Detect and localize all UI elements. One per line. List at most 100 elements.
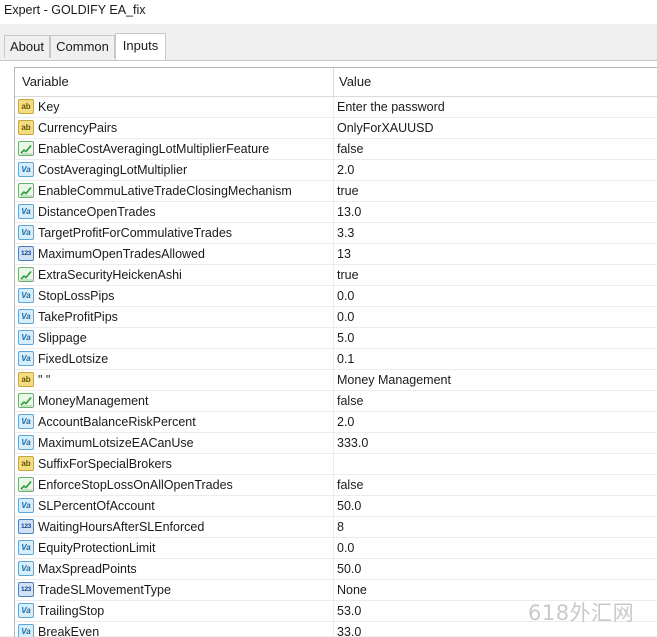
table-row[interactable]: Va MaximumLotsizeEACanUse 333.0 [15,433,657,454]
table-row[interactable]: Va TargetProfitForCommulativeTrades 3.3 [15,223,657,244]
double-param-icon: Va [18,561,34,576]
variable-value[interactable]: 0.1 [337,349,354,369]
double-param-icon: Va [18,435,34,450]
column-header-variable[interactable]: Variable [22,68,69,96]
cell-divider [333,538,334,558]
string-param-icon: ab [18,456,34,471]
cell-divider [333,475,334,495]
variable-name: EnforceStopLossOnAllOpenTrades [38,478,233,492]
column-header-value[interactable]: Value [339,68,371,96]
variable-value[interactable]: 0.0 [337,286,354,306]
table-row[interactable]: Va Slippage 5.0 [15,328,657,349]
bool-param-icon [18,141,34,156]
variable-value[interactable]: 0.0 [337,307,354,327]
string-param-icon: ab [18,99,34,114]
table-row[interactable]: Va DistanceOpenTrades 13.0 [15,202,657,223]
variable-name: MaxSpreadPoints [38,562,137,576]
variable-value[interactable]: 13.0 [337,202,361,222]
table-row[interactable]: Va AccountBalanceRiskPercent 2.0 [15,412,657,433]
table-row[interactable]: Va CostAveragingLotMultiplier 2.0 [15,160,657,181]
variable-value[interactable]: 0.0 [337,538,354,558]
variable-value[interactable]: 2.0 [337,412,354,432]
variable-value[interactable]: 13 [337,244,351,264]
tab-about[interactable]: About [4,35,50,58]
variable-value[interactable]: false [337,139,363,159]
variable-name: TrailingStop [38,604,105,618]
variable-value[interactable]: 50.0 [337,559,361,579]
cell-divider [333,370,334,390]
cell-divider [333,97,334,117]
table-row[interactable]: ab Key Enter the password [15,97,657,118]
integer-param-icon: 123 [18,582,34,597]
cell-divider [333,496,334,516]
variable-value[interactable]: false [337,391,363,411]
variable-value[interactable]: true [337,265,359,285]
table-row[interactable]: MoneyManagement false [15,391,657,412]
variable-name: Key [38,100,60,114]
double-param-icon: Va [18,288,34,303]
table-row[interactable]: ExtraSecurityHeickenAshi true [15,265,657,286]
variable-value[interactable]: true [337,181,359,201]
table-row[interactable]: ab CurrencyPairs OnlyForXAUUSD [15,118,657,139]
cell-divider [333,265,334,285]
variable-value[interactable]: 50.0 [337,496,361,516]
tab-inputs[interactable]: Inputs [115,33,166,60]
cell-divider [333,601,334,621]
cell-divider [333,181,334,201]
variable-name: AccountBalanceRiskPercent [38,415,196,429]
table-row[interactable]: Va EquityProtectionLimit 0.0 [15,538,657,559]
window-title: Expert - GOLDIFY EA_fix [0,0,657,24]
variable-value[interactable]: 53.0 [337,601,361,621]
table-row[interactable]: Va MaxSpreadPoints 50.0 [15,559,657,580]
bool-param-icon [18,477,34,492]
variable-value[interactable]: 3.3 [337,223,354,243]
variable-value[interactable]: false [337,475,363,495]
variable-value[interactable]: 2.0 [337,160,354,180]
variable-value[interactable]: 5.0 [337,328,354,348]
table-row[interactable]: Va SLPercentOfAccount 50.0 [15,496,657,517]
bool-param-icon [18,393,34,408]
table-row[interactable]: EnforceStopLossOnAllOpenTrades false [15,475,657,496]
variable-name: EnableCostAveragingLotMultiplierFeature [38,142,270,156]
variable-value[interactable]: None [337,580,367,600]
cell-divider [333,202,334,222]
bool-param-icon [18,267,34,282]
column-divider[interactable] [333,68,334,96]
cell-divider [333,433,334,453]
cell-divider [333,454,334,474]
variable-value[interactable]: OnlyForXAUUSD [337,118,434,138]
table-row[interactable]: Va TakeProfitPips 0.0 [15,307,657,328]
table-row[interactable]: EnableCommuLativeTradeClosingMechanism tr… [15,181,657,202]
integer-param-icon: 123 [18,519,34,534]
table-row[interactable]: 123 WaitingHoursAfterSLEnforced 8 [15,517,657,538]
table-row[interactable]: EnableCostAveragingLotMultiplierFeature f… [15,139,657,160]
inputs-panel: Variable Value ab Key Enter the password ab… [0,60,657,637]
cell-divider [333,307,334,327]
variable-value[interactable]: 8 [337,517,344,537]
variable-name: EnableCommuLativeTradeClosingMechanism [38,184,292,198]
variable-name: MaximumLotsizeEACanUse [38,436,194,450]
cell-divider [333,559,334,579]
table-row[interactable]: ab SuffixForSpecialBrokers [15,454,657,475]
cell-divider [333,286,334,306]
variable-name: ExtraSecurityHeickenAshi [38,268,182,282]
bool-param-icon [18,183,34,198]
string-param-icon: ab [18,120,34,135]
integer-param-icon: 123 [18,246,34,261]
table-row[interactable]: Va FixedLotsize 0.1 [15,349,657,370]
table-row[interactable]: ab " " Money Management [15,370,657,391]
variable-name: Slippage [38,331,87,345]
table-row[interactable]: 123 MaximumOpenTradesAllowed 13 [15,244,657,265]
variable-name: MaximumOpenTradesAllowed [38,247,205,261]
watermark: 618外汇网 [528,601,635,625]
variable-name: SuffixForSpecialBrokers [38,457,172,471]
cell-divider [333,412,334,432]
variable-value[interactable]: 333.0 [337,433,368,453]
cell-divider [333,139,334,159]
table-row[interactable]: Va StopLossPips 0.0 [15,286,657,307]
variable-value[interactable]: Enter the password [337,97,445,117]
variable-value[interactable]: Money Management [337,370,451,390]
variable-name: WaitingHoursAfterSLEnforced [38,520,205,534]
tab-common[interactable]: Common [50,35,115,58]
double-param-icon: Va [18,204,34,219]
